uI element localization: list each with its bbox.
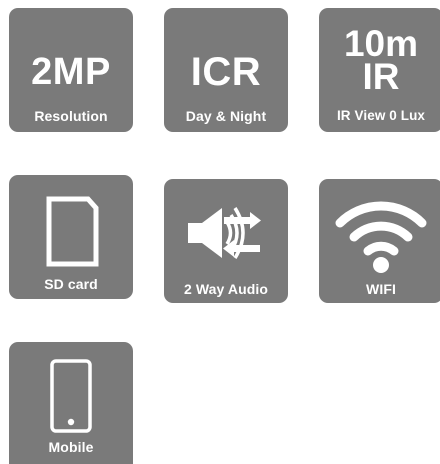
mobile-label: Mobile bbox=[48, 439, 94, 455]
feature-tile-resolution: 2MP Resolution bbox=[9, 8, 133, 132]
audio-label: 2 Way Audio bbox=[183, 281, 269, 297]
icr-value: ICR bbox=[190, 50, 262, 94]
feature-tile-audio: 2 Way Audio bbox=[164, 179, 288, 303]
ir-value-line1: 10m bbox=[343, 23, 419, 64]
wifi-label: WIFI bbox=[366, 281, 396, 297]
feature-tile-wifi: WIFI bbox=[319, 179, 440, 303]
feature-tile-icr: ICR Day & Night bbox=[164, 8, 288, 132]
feature-tile-sd-card: SD card bbox=[9, 175, 133, 299]
ir-label: IR View 0 Lux bbox=[336, 108, 426, 123]
ir-value-line2: IR bbox=[362, 56, 400, 97]
sd-card-label: SD card bbox=[44, 276, 98, 292]
resolution-value: 2MP bbox=[31, 51, 111, 93]
icr-label: Day & Night bbox=[185, 108, 267, 124]
resolution-label: Resolution bbox=[34, 108, 108, 124]
feature-tile-ir: 10m IR IR View 0 Lux bbox=[319, 8, 440, 132]
feature-tile-mobile: Mobile bbox=[9, 342, 133, 464]
